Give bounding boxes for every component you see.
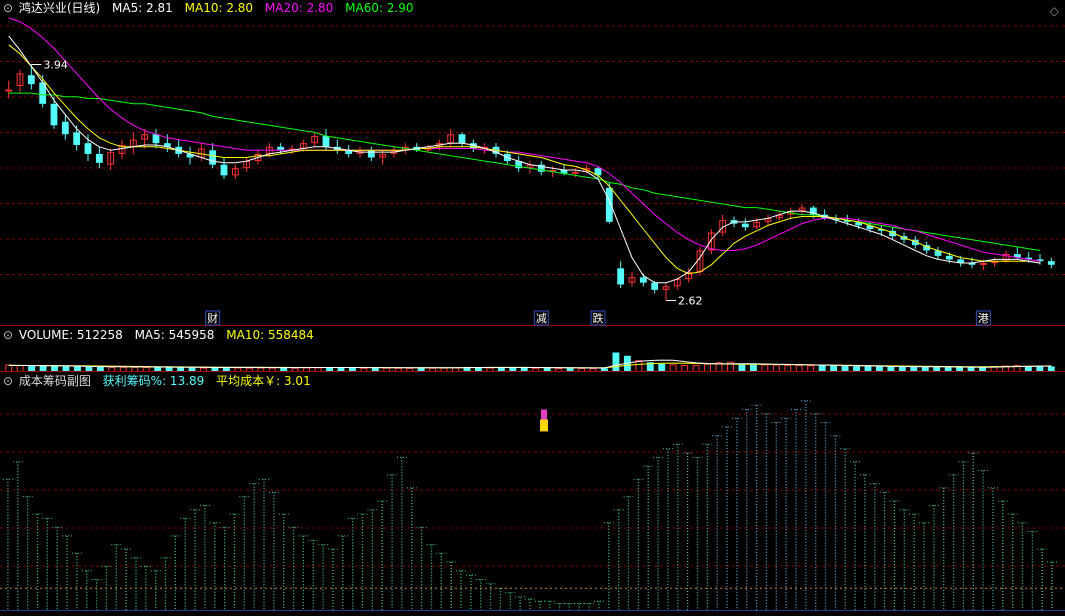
candle-up [571, 171, 579, 174]
collapse-cost-icon[interactable]: ⊙ [3, 373, 13, 389]
candle-down [651, 282, 659, 290]
collapse-main-icon[interactable]: ⊙ [3, 0, 13, 16]
ma20-line [8, 17, 1041, 262]
volume-bar-up [761, 364, 769, 372]
volume-ma5-line [8, 359, 1052, 369]
candle-down [617, 268, 625, 285]
volume-panel[interactable]: ⊙ VOLUME: 512258 MA5: 545958 MA10: 55848… [0, 326, 1065, 372]
cost-distribution-panel[interactable]: ⊙ 成本筹码副图 获利筹码%: 13.89 平均成本￥: 3.01 [0, 372, 1065, 616]
ma5-line [8, 35, 1041, 284]
cost-marker-body [540, 419, 548, 432]
volume-bar-down [612, 352, 620, 372]
volume-bar-up [681, 364, 689, 372]
price-annotation: 3.94 [43, 58, 67, 71]
event-marker: 减 [536, 312, 547, 325]
event-marker: 跌 [593, 311, 604, 325]
candle-down [209, 150, 217, 165]
volume-bar-up [257, 367, 265, 372]
price-annotation: 2.62 [678, 295, 703, 308]
volume-bar-up [704, 363, 712, 372]
volume-bar-up [119, 366, 127, 372]
candle-down [95, 153, 103, 163]
cost-distribution-chart[interactable] [0, 372, 1065, 616]
volume-header: ⊙ VOLUME: 512258 MA5: 545958 MA10: 55848… [0, 327, 322, 343]
event-marker: 财 [207, 311, 218, 325]
volume-bar-up [440, 367, 448, 372]
volume-bar-up [268, 367, 276, 372]
candle-down [945, 255, 953, 260]
candlestick-chart[interactable]: 3.94 2.62 财 减 跌 港 [0, 0, 1065, 326]
candle-down [322, 136, 330, 147]
volume-bar-up [635, 360, 643, 372]
ma10-value: MA10: 2.80 [184, 1, 254, 15]
volume-bar-up [669, 364, 677, 372]
candle-down [741, 223, 749, 228]
candle-up [979, 262, 987, 265]
ma5-value: MA5: 2.81 [112, 1, 173, 15]
candle-down [152, 134, 160, 144]
volume-bar-down [749, 364, 757, 372]
candle-down [73, 132, 81, 145]
volume-bar-up [772, 364, 780, 372]
cost-marker-head [541, 409, 547, 420]
candle-down [84, 143, 92, 154]
cost-indicator-name: 成本筹码副图 [18, 374, 91, 388]
volume-bar-up [234, 367, 242, 372]
ma60-value: MA60: 2.90 [345, 1, 414, 15]
volume-ma10-value: MA10: 558484 [226, 328, 314, 342]
volume-bar-down [658, 363, 666, 372]
volume-bar-up [16, 365, 24, 372]
candle-down [639, 277, 647, 283]
volume-bar-up [795, 365, 803, 372]
volume-bar-up [303, 367, 311, 372]
candle-down [220, 164, 228, 176]
candle-down [27, 75, 35, 85]
ma60-line [8, 92, 1041, 251]
volume-value: VOLUME: 512258 [18, 328, 123, 342]
candle-down [1047, 261, 1055, 265]
candle-down [458, 134, 466, 144]
stock-name-label: 鸿达兴业(日线) [18, 1, 101, 15]
volume-bar-up [486, 367, 494, 372]
ma20-value: MA20: 2.80 [264, 1, 334, 15]
volume-bar-up [692, 365, 700, 372]
event-marker: 港 [978, 312, 989, 325]
candle-down [605, 187, 613, 222]
candlestick-panel[interactable]: ⊙ 鸿达兴业(日线) MA5: 2.81 MA10: 2.80 MA20: 2.… [0, 0, 1065, 326]
candle-down [50, 103, 58, 126]
collapse-volume-icon[interactable]: ⊙ [3, 327, 13, 343]
candle-up [991, 261, 999, 264]
average-cost-value: 平均成本￥: 3.01 [216, 374, 311, 388]
candle-down [61, 121, 69, 135]
volume-ma5-value: MA5: 545958 [134, 328, 215, 342]
profit-chips-value: 获利筹码%: 13.89 [102, 374, 205, 388]
candle-down [277, 146, 285, 151]
candle-up [5, 89, 13, 92]
volume-bar-up [314, 367, 322, 372]
candle-down [367, 150, 375, 158]
volume-bar-down [738, 363, 746, 372]
main-chart-header: ⊙ 鸿达兴业(日线) MA5: 2.81 MA10: 2.80 MA20: 2.… [0, 0, 422, 16]
volume-bar-up [784, 364, 792, 372]
volume-bar-up [108, 367, 116, 372]
cost-header: ⊙ 成本筹码副图 获利筹码%: 13.89 平均成本￥: 3.01 [0, 373, 319, 389]
volume-bar-up [131, 366, 139, 372]
volume-bar-up [807, 365, 815, 372]
volume-bar-up [142, 367, 150, 372]
volume-bar-up [452, 367, 459, 372]
